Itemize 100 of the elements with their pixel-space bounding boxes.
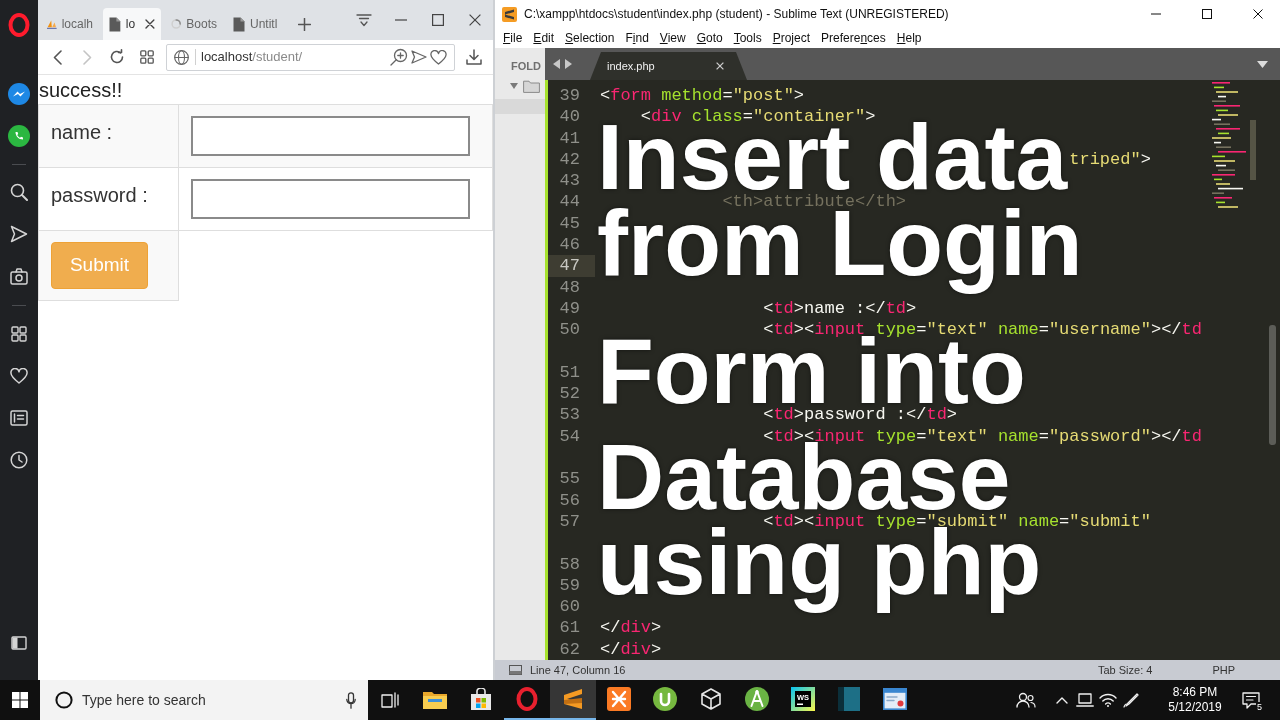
scrollbar-thumb[interactable]	[1269, 325, 1276, 445]
dropdown-arrow-icon[interactable]	[1257, 60, 1268, 68]
send-icon[interactable]	[411, 50, 427, 64]
menu-item[interactable]: File	[503, 29, 523, 47]
download-icon[interactable]	[466, 49, 482, 65]
ring-logo-icon[interactable]	[8, 13, 30, 37]
line-number: 49	[558, 297, 581, 320]
address-bar[interactable]: localhost/student/	[166, 43, 455, 71]
search-ring-icon	[55, 691, 73, 709]
menu-item[interactable]: View	[659, 29, 686, 47]
line-number: 40	[558, 106, 581, 128]
folder-icon	[523, 79, 540, 93]
line-number: 54	[558, 425, 581, 448]
back-icon[interactable]	[52, 49, 62, 65]
cube-icon	[700, 688, 722, 710]
line-number: 62	[558, 638, 581, 660]
bag-icon	[470, 688, 492, 710]
close-icon[interactable]	[1253, 9, 1263, 19]
clock-time[interactable]: 8:46 PM	[1172, 685, 1218, 700]
circle-logo-icon	[653, 687, 677, 711]
sidebar-toggle-icon[interactable]	[11, 636, 27, 650]
grid-icon[interactable]	[140, 50, 154, 64]
menu-item[interactable]: Find	[625, 29, 649, 47]
expand-arrow-icon[interactable]	[510, 83, 518, 89]
search-box[interactable]: Type here to search	[40, 680, 368, 720]
maximize-icon[interactable]	[1202, 9, 1212, 19]
pen-icon[interactable]	[1122, 692, 1139, 708]
task-view-icon[interactable]	[381, 692, 399, 708]
menu-item[interactable]: Goto	[696, 29, 723, 47]
previous-arrow-icon[interactable]	[553, 59, 560, 69]
browser-tab[interactable]: localh	[41, 8, 99, 40]
chat-bubble-icon[interactable]	[8, 83, 30, 105]
grid-icon[interactable]	[11, 326, 27, 342]
sidebar-heading: FOLD	[511, 60, 542, 73]
camera-icon[interactable]	[10, 267, 28, 285]
line-number: 44	[558, 191, 581, 213]
line-number: 47	[548, 255, 595, 277]
line-number: 60	[558, 596, 581, 618]
editor-tab[interactable]: index.php	[590, 52, 747, 80]
code-line: </div>	[600, 638, 662, 660]
maximize-icon[interactable]	[431, 14, 444, 26]
microphone-icon[interactable]	[346, 691, 356, 709]
menu-item[interactable]: Edit	[533, 29, 555, 47]
close-icon[interactable]	[468, 14, 481, 26]
people-icon[interactable]	[1016, 692, 1036, 708]
clock-icon[interactable]	[10, 451, 28, 469]
code-line: </div>	[600, 617, 662, 639]
line-number: 51	[558, 361, 581, 384]
line-number: 39	[558, 85, 581, 107]
notifications-icon[interactable]	[1242, 691, 1260, 709]
line-number: 41	[558, 127, 581, 149]
line-number: 48	[558, 276, 581, 298]
news-icon[interactable]	[10, 410, 28, 426]
close-icon[interactable]	[145, 19, 155, 29]
browser-tab[interactable]: lo	[103, 8, 161, 40]
search-input[interactable]: Type here to search	[82, 690, 322, 710]
menu-item[interactable]: Help	[896, 29, 922, 47]
laptop-icon[interactable]	[1075, 693, 1094, 707]
line-number: 58	[558, 553, 581, 575]
url-text: localhost/student/	[201, 48, 303, 67]
line-number: 53	[558, 404, 581, 426]
cursor-position: Line 47, Column 16	[530, 662, 626, 678]
search-icon[interactable]	[10, 183, 28, 201]
caption-line: using php	[597, 527, 1042, 617]
line-number: 45	[558, 212, 581, 235]
reload-icon[interactable]	[109, 49, 125, 65]
browser-tab[interactable]: Boots	[165, 8, 223, 40]
compass-icon	[745, 687, 769, 711]
cross-logo-icon	[607, 687, 631, 711]
syntax-mode[interactable]: PHP	[1212, 661, 1235, 679]
menu-item[interactable]: Project	[772, 29, 811, 47]
zoom-in-icon[interactable]	[390, 48, 408, 66]
plus-icon[interactable]	[298, 17, 311, 31]
next-arrow-icon[interactable]	[565, 59, 572, 69]
tab-menu-icon[interactable]	[355, 13, 372, 27]
heart-icon[interactable]	[430, 49, 447, 65]
minimize-icon[interactable]	[394, 19, 407, 21]
browser-tab[interactable]: Untitl	[227, 8, 285, 40]
input-field[interactable]	[191, 116, 470, 156]
input-field[interactable]	[191, 179, 470, 219]
clock-date[interactable]: 5/12/2019	[1168, 700, 1222, 715]
menu-item[interactable]: Tools	[733, 29, 762, 47]
line-number: 56	[558, 489, 581, 511]
start-icon[interactable]	[12, 692, 28, 708]
code-line: <td>password :</td>	[763, 404, 958, 426]
panel-toggle-icon[interactable]	[509, 665, 522, 675]
window-title: C:\xampp\htdocs\student\index.php (student) - Sublime Text (UNREGISTERED)	[524, 6, 949, 23]
document-icon	[233, 16, 245, 32]
chevron-up-icon[interactable]	[1055, 696, 1068, 704]
caption-line: Database	[597, 442, 1011, 514]
line-number: 43	[558, 170, 581, 192]
wifi-icon[interactable]	[1098, 693, 1117, 707]
globe-icon[interactable]	[173, 49, 189, 65]
window-icon	[883, 688, 907, 710]
phone-bubble-icon[interactable]	[8, 125, 30, 147]
panel-icon	[838, 687, 860, 711]
line-number: 59	[558, 574, 581, 597]
menu-item[interactable]: Selection	[565, 29, 615, 47]
menu-item[interactable]: Preferences	[821, 29, 886, 47]
tab-size[interactable]: Tab Size: 4	[1097, 661, 1153, 679]
